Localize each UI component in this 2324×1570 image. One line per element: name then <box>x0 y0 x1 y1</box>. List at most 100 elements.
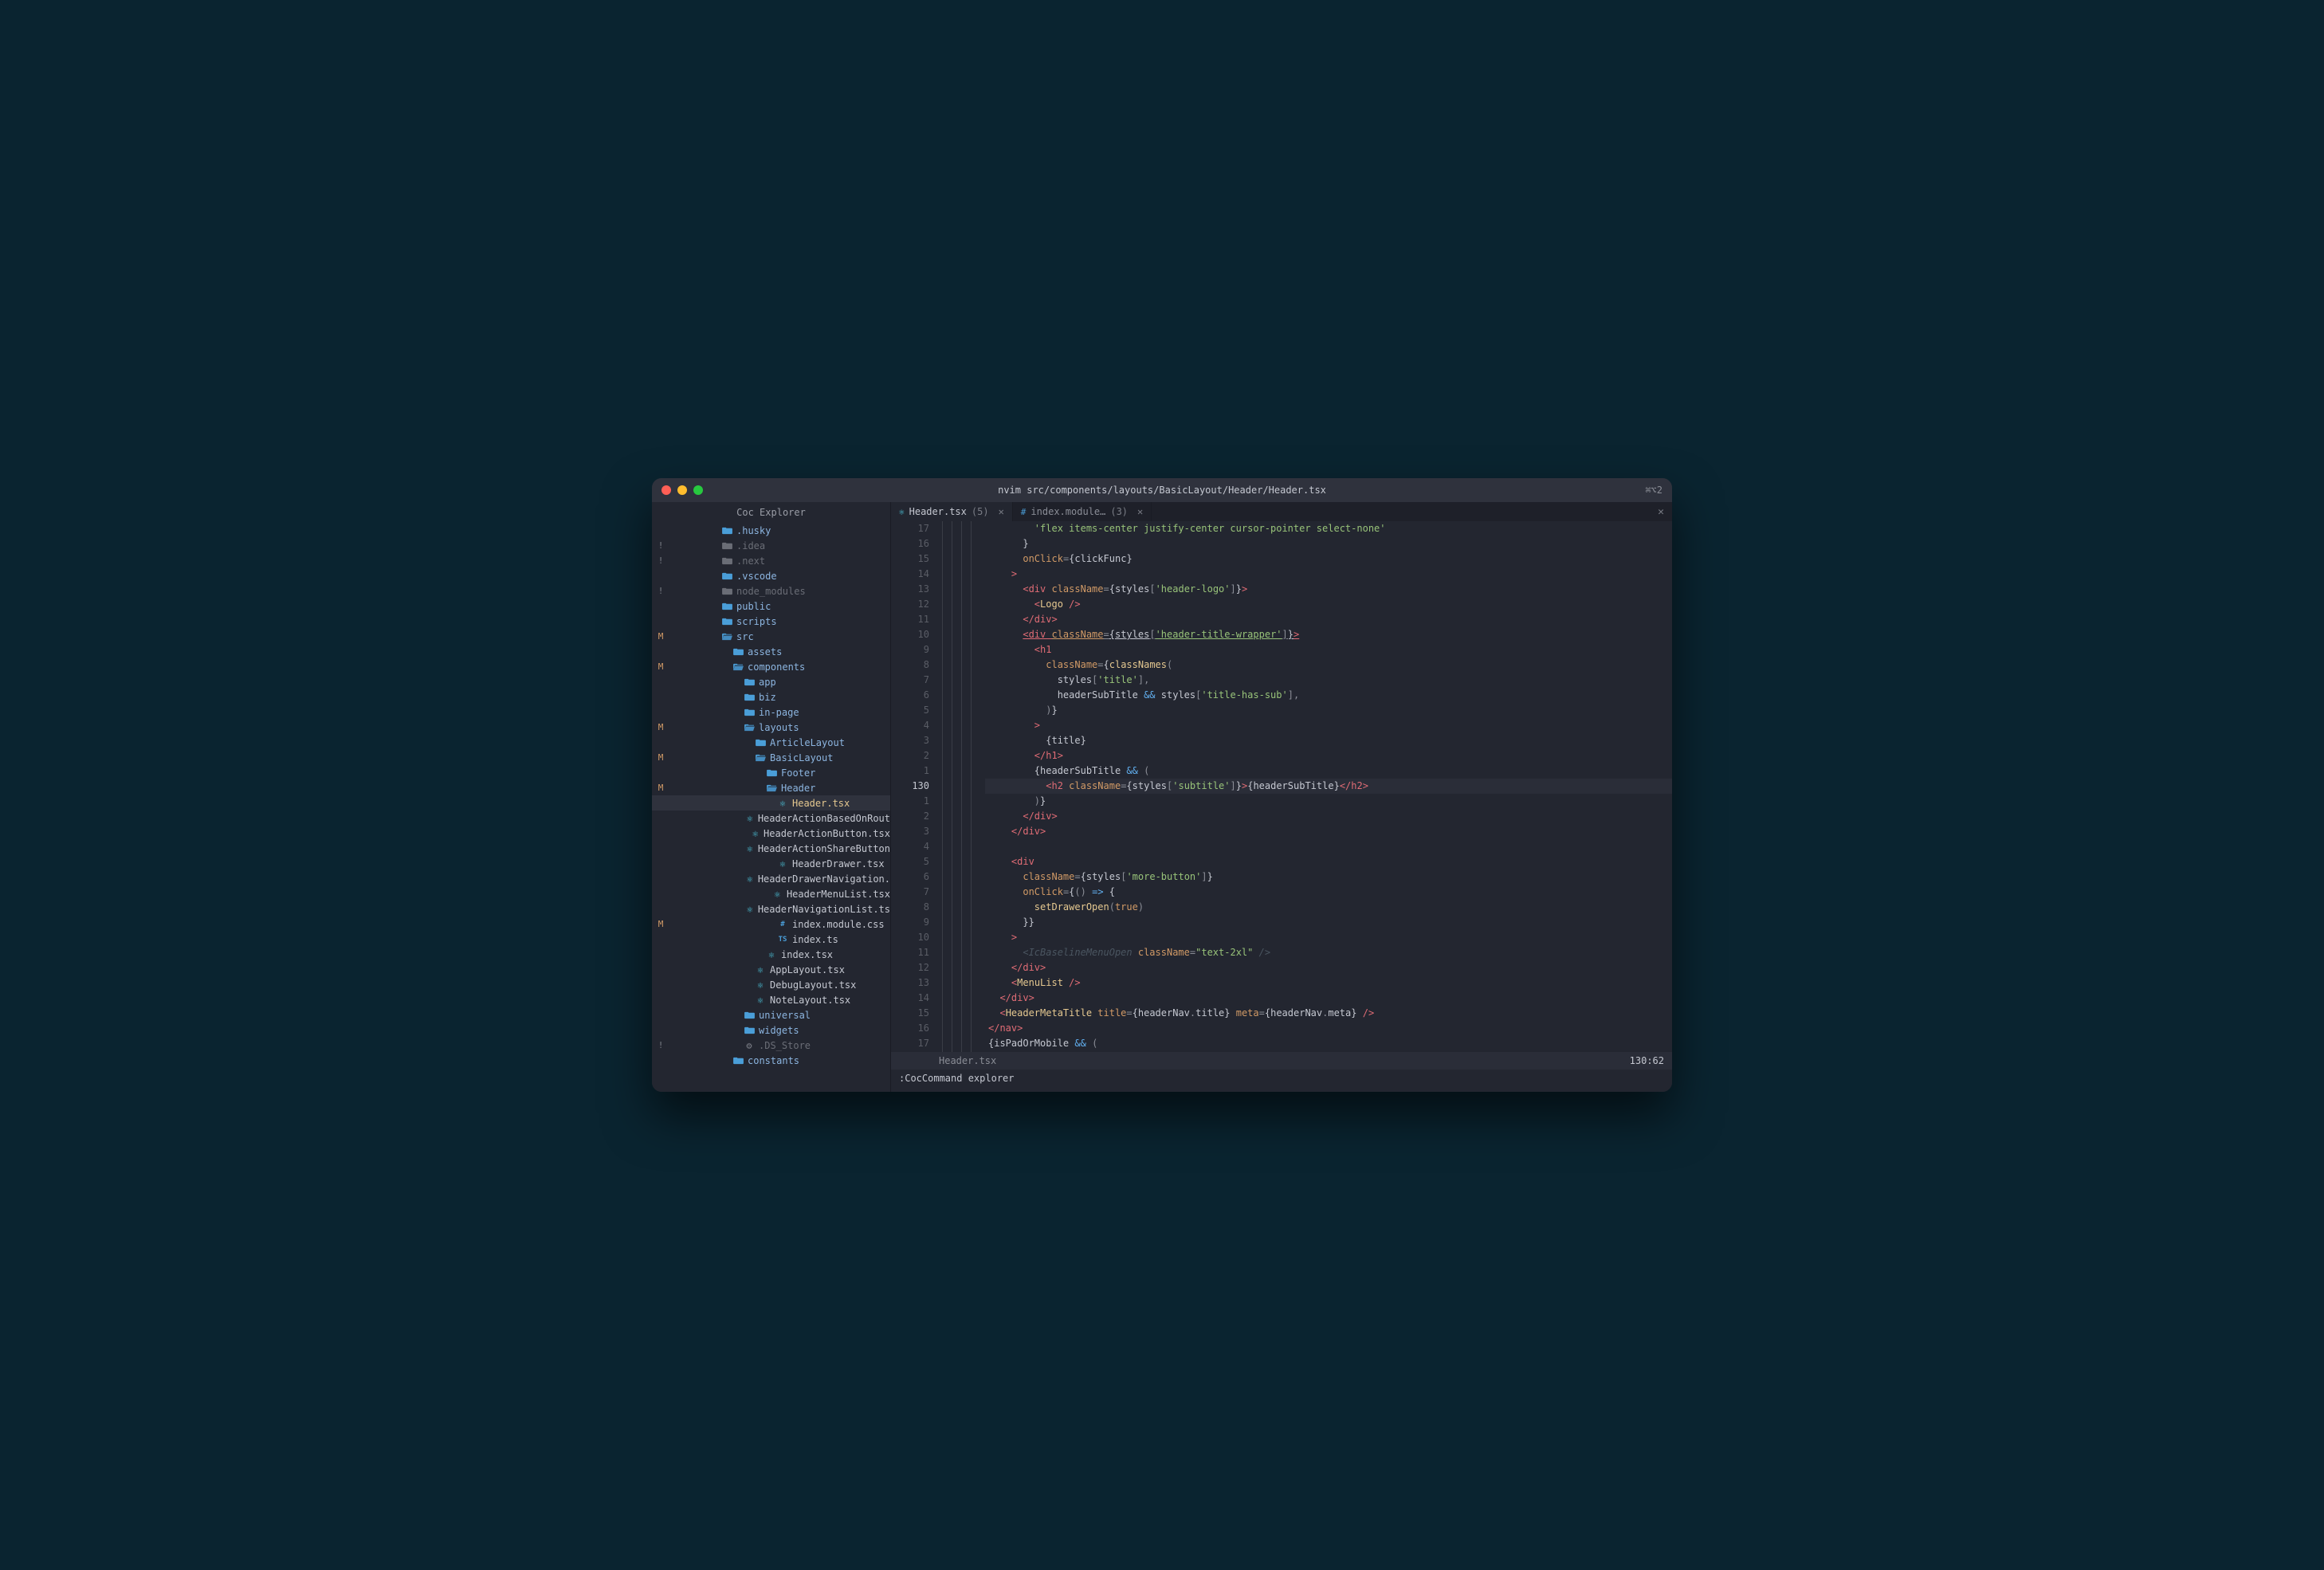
tree-file-HeaderMenuList.tsx[interactable]: ⚛HeaderMenuList.tsx <box>652 886 890 901</box>
tree-file-HeaderDrawerNavigation.[interactable]: ⚛HeaderDrawerNavigation. <box>652 871 890 886</box>
tree-folder-in-page[interactable]: in-page <box>652 705 890 720</box>
line-number: 2 <box>891 809 929 824</box>
tree-folder-node_modules[interactable]: !node_modules <box>652 583 890 599</box>
line-number: 13 <box>891 975 929 991</box>
tree-folder-layouts[interactable]: Mlayouts <box>652 720 890 735</box>
tree-file-index.tsx[interactable]: ⚛index.tsx <box>652 947 890 962</box>
tree-folder-scripts[interactable]: scripts <box>652 614 890 629</box>
tree-folder-.husky[interactable]: .husky <box>652 523 890 538</box>
tree-item-label: src <box>736 631 754 642</box>
code-line: {title} <box>985 733 1672 748</box>
command-line[interactable]: :CocCommand explorer <box>891 1070 1672 1092</box>
git-status-indicator: M <box>652 631 669 642</box>
tree-item-label: HeaderDrawerNavigation. <box>758 873 890 885</box>
tab-Header-tsx[interactable]: ⚛Header.tsx(5)✕ <box>891 502 1013 521</box>
tree-item-label: ArticleLayout <box>770 737 845 748</box>
tab-index-module-[interactable]: #index.module…(3)✕ <box>1013 502 1152 521</box>
tree-file-HeaderActionButton.tsx[interactable]: ⚛HeaderActionButton.tsx <box>652 826 890 841</box>
tree-item-label: HeaderDrawer.tsx <box>792 858 885 869</box>
line-number: 12 <box>891 597 929 612</box>
code-line: }} <box>985 915 1672 930</box>
code-line: headerSubTitle && styles['title-has-sub'… <box>985 688 1672 703</box>
code-line: > <box>985 567 1672 582</box>
line-number: 3 <box>891 733 929 748</box>
tree-file-HeaderActionShareButton[interactable]: ⚛HeaderActionShareButton <box>652 841 890 856</box>
code-line: <IcBaselineMenuOpen className="text-2xl"… <box>985 945 1672 960</box>
minimize-window-button[interactable] <box>677 485 687 495</box>
code-line: > <box>985 718 1672 733</box>
tree-item-label: HeaderActionShareButton <box>758 843 890 854</box>
tree-item-label: components <box>748 661 805 673</box>
tree-item-label: index.ts <box>792 934 838 945</box>
code-line <box>985 839 1672 854</box>
tree-item-label: assets <box>748 646 782 657</box>
code-content[interactable]: 'flex items-center justify-center cursor… <box>985 521 1672 1052</box>
line-number: 2 <box>891 748 929 763</box>
tree-item-label: Header.tsx <box>792 798 850 809</box>
close-window-button[interactable] <box>661 485 671 495</box>
tree-item-label: HeaderActionBasedOnRout <box>758 813 890 824</box>
tree-folder-constants[interactable]: constants <box>652 1053 890 1068</box>
tree-folder-components[interactable]: Mcomponents <box>652 659 890 674</box>
editor-window: nvim src/components/layouts/BasicLayout/… <box>652 478 1672 1092</box>
line-number: 6 <box>891 688 929 703</box>
line-number: 15 <box>891 551 929 567</box>
tree-file-DebugLayout.tsx[interactable]: ⚛DebugLayout.tsx <box>652 977 890 992</box>
code-line: )} <box>985 794 1672 809</box>
close-tab-button[interactable]: ✕ <box>1137 506 1143 517</box>
close-all-tabs-button[interactable]: ✕ <box>1650 502 1672 521</box>
tree-folder-assets[interactable]: assets <box>652 644 890 659</box>
tree-folder-.next[interactable]: !.next <box>652 553 890 568</box>
tree-folder-biz[interactable]: biz <box>652 689 890 705</box>
git-status-indicator: ! <box>652 540 669 551</box>
tree-item-label: universal <box>759 1010 811 1021</box>
line-number: 3 <box>891 824 929 839</box>
tree-folder-BasicLayout[interactable]: MBasicLayout <box>652 750 890 765</box>
tree-item-label: BasicLayout <box>770 752 833 763</box>
tree-folder-app[interactable]: app <box>652 674 890 689</box>
tree-folder-src[interactable]: Msrc <box>652 629 890 644</box>
tree-file-index.ts[interactable]: TSindex.ts <box>652 932 890 947</box>
code-line: </div> <box>985 960 1672 975</box>
tree-folder-public[interactable]: public <box>652 599 890 614</box>
code-line: <h2 className={styles['subtitle']}>{head… <box>985 779 1672 794</box>
code-line: onClick={() => { <box>985 885 1672 900</box>
line-number: 15 <box>891 1006 929 1021</box>
tree-item-label: NoteLayout.tsx <box>770 995 850 1006</box>
tree-file-NoteLayout.tsx[interactable]: ⚛NoteLayout.tsx <box>652 992 890 1007</box>
tree-item-label: Footer <box>781 767 815 779</box>
tree-file-.DS_Store[interactable]: !⚙.DS_Store <box>652 1038 890 1053</box>
tree-item-label: constants <box>748 1055 799 1066</box>
tree-folder-widgets[interactable]: widgets <box>652 1022 890 1038</box>
close-tab-button[interactable]: ✕ <box>999 506 1004 517</box>
tree-file-HeaderActionBasedOnRout[interactable]: ⚛HeaderActionBasedOnRout <box>652 811 890 826</box>
tree-folder-ArticleLayout[interactable]: ArticleLayout <box>652 735 890 750</box>
code-line: <Logo /> <box>985 597 1672 612</box>
code-line: </div> <box>985 824 1672 839</box>
tree-folder-Header[interactable]: MHeader <box>652 780 890 795</box>
tree-folder-.vscode[interactable]: .vscode <box>652 568 890 583</box>
file-tree[interactable]: .husky! .idea !.next.vscode!node_modulespu… <box>652 523 890 1092</box>
tree-item-label: public <box>736 601 771 612</box>
tree-file-AppLayout.tsx[interactable]: ⚛AppLayout.tsx <box>652 962 890 977</box>
line-number: 14 <box>891 991 929 1006</box>
tree-file-index.module.css[interactable]: M#index.module.css <box>652 916 890 932</box>
tree-item-label: .idea <box>736 540 765 551</box>
line-number: 16 <box>891 1021 929 1036</box>
line-number: 12 <box>891 960 929 975</box>
tree-file-Header.tsx[interactable]: ⚛Header.tsx <box>652 795 890 811</box>
tree-folder-.idea[interactable]: ! .idea <box>652 538 890 553</box>
line-number: 17 <box>891 521 929 536</box>
line-number: 4 <box>891 718 929 733</box>
tab-label: index.module… <box>1030 506 1105 517</box>
tree-folder-Footer[interactable]: Footer <box>652 765 890 780</box>
tree-folder-universal[interactable]: universal <box>652 1007 890 1022</box>
tree-item-label: scripts <box>736 616 777 627</box>
tree-file-HeaderDrawer.tsx[interactable]: ⚛HeaderDrawer.tsx <box>652 856 890 871</box>
maximize-window-button[interactable] <box>693 485 703 495</box>
line-number: 7 <box>891 673 929 688</box>
code-line: <MenuList /> <box>985 975 1672 991</box>
tree-file-HeaderNavigationList.ts[interactable]: ⚛HeaderNavigationList.ts <box>652 901 890 916</box>
tree-item-label: .next <box>736 555 765 567</box>
line-number: 1 <box>891 794 929 809</box>
